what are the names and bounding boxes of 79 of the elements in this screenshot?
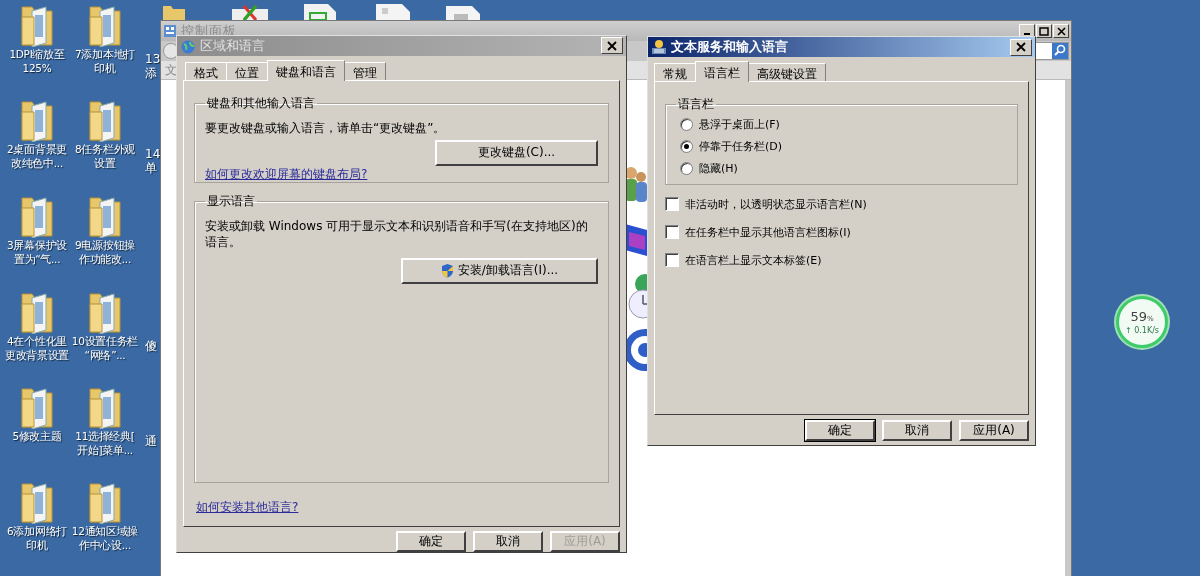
maximize-icon — [1039, 26, 1049, 36]
close-button[interactable] — [1053, 24, 1069, 38]
dialog-button[interactable]: 确定 — [805, 420, 875, 441]
icon-label[interactable]: 7添加本地打 印机 — [75, 47, 135, 75]
folder-icon — [20, 385, 54, 429]
folder-icon — [88, 194, 122, 238]
tab[interactable]: 格式 — [185, 61, 227, 80]
close-icon — [607, 40, 617, 51]
folder-icon — [88, 480, 122, 524]
dialog-button[interactable]: 取消 — [882, 420, 952, 441]
folder-icon — [20, 3, 54, 47]
dialog-button[interactable]: 确定 — [396, 531, 466, 552]
window-title: 文本服务和输入语言 — [671, 38, 788, 56]
icon-label[interactable]: 2桌面背景更 改纯色中... — [7, 142, 67, 170]
install-language-button[interactable]: 安装/卸载语言(I)... — [401, 257, 598, 284]
close-button[interactable] — [1010, 38, 1032, 56]
group-heading: 语言栏 — [677, 96, 715, 113]
shield-icon — [440, 263, 454, 279]
folder-icon — [88, 3, 122, 47]
instruction-text: 安装或卸载 Windows 可用于显示文本和识别语音和手写(在支持地区)的语言。 — [205, 217, 589, 250]
option-label[interactable]: 隐藏(H) — [699, 161, 738, 176]
folder-icon — [88, 98, 122, 142]
tab[interactable]: 常规 — [654, 63, 696, 81]
group-heading: 显示语言 — [206, 192, 256, 210]
icon-label[interactable]: 12通知区域操 作中心设... — [71, 524, 139, 552]
icon-label[interactable]: 4在个性化里 更改背景设置 — [4, 334, 70, 362]
window-title: 区域和语言 — [200, 36, 265, 55]
checkbox[interactable] — [665, 253, 679, 267]
icon-label[interactable]: 6添加网络打 印机 — [7, 524, 67, 552]
folder-icon — [88, 385, 122, 429]
group-heading: 键盘和其他输入语言 — [206, 94, 316, 112]
folder-icon — [20, 480, 54, 524]
folder-icon — [20, 98, 54, 142]
search-field[interactable] — [1035, 42, 1069, 60]
icon-label[interactable]: 8任务栏外观 设置 — [75, 142, 135, 170]
icon-label[interactable]: 9电源按钮操 作功能改... — [75, 238, 135, 266]
document-icon — [444, 4, 482, 20]
checkbox-label[interactable]: 非活动时，以透明状态显示语言栏(N) — [685, 196, 867, 212]
tab[interactable]: 键盘和语言 — [267, 59, 345, 81]
checkbox[interactable] — [665, 225, 679, 239]
help-link[interactable]: 如何更改欢迎屏幕的键盘布局? — [205, 166, 368, 181]
checkbox[interactable] — [665, 197, 679, 211]
close-icon — [1056, 26, 1066, 36]
help-link[interactable]: 如何安装其他语言? — [196, 500, 299, 514]
maximize-button[interactable] — [1036, 24, 1052, 38]
close-button[interactable] — [601, 37, 623, 55]
search-icon[interactable] — [1052, 43, 1068, 59]
keyboard-icon — [651, 39, 667, 55]
icon-label[interactable]: 14 单 — [145, 147, 161, 175]
tab[interactable]: 管理 — [344, 61, 386, 80]
icon-label[interactable]: 3屏幕保护设 置为“气... — [7, 238, 67, 266]
change-keyboard-button[interactable]: 更改键盘(C)... — [435, 139, 598, 166]
folder-icon — [20, 194, 54, 238]
icon-label[interactable]: 傻 — [145, 339, 157, 353]
control-panel-icon — [163, 24, 177, 38]
checkbox-label[interactable]: 在任务栏中显示其他语言栏图标(I) — [685, 224, 851, 240]
icon-label[interactable]: 10设置任务栏 “网络”... — [71, 334, 139, 362]
instruction-text: 要更改键盘或输入语言，请单击“更改键盘”。 — [205, 119, 447, 136]
icon-label[interactable]: 通 — [145, 434, 157, 448]
close-icon — [1016, 42, 1026, 52]
radio-button[interactable] — [680, 162, 693, 175]
icon-label[interactable]: 1DPI缩放至 125% — [9, 47, 65, 75]
checkbox-label[interactable]: 在语言栏上显示文本标签(E) — [685, 252, 822, 268]
document-icon — [302, 4, 338, 20]
folder-icon — [20, 290, 54, 334]
radio-button[interactable] — [680, 118, 693, 131]
icon-label[interactable]: 11选择经典[ 开始]菜单... — [75, 429, 135, 457]
icon-label[interactable]: 5修改主题 — [12, 429, 62, 443]
tab[interactable]: 高级键设置 — [748, 63, 826, 81]
tab[interactable]: 语言栏 — [695, 61, 749, 82]
folder-icon — [88, 290, 122, 334]
dialog-button[interactable]: 取消 — [473, 531, 543, 552]
dialog-button[interactable]: 应用(A) — [959, 420, 1029, 441]
icon-label[interactable]: 13 添 — [145, 52, 161, 80]
speed-reading: ↑ 0.1K/s — [1124, 325, 1160, 335]
tab[interactable]: 位置 — [226, 61, 268, 80]
option-label[interactable]: 悬浮于桌面上(F) — [699, 117, 780, 132]
radio-button[interactable] — [680, 140, 693, 153]
option-label[interactable]: 停靠于任务栏(D) — [699, 139, 783, 154]
